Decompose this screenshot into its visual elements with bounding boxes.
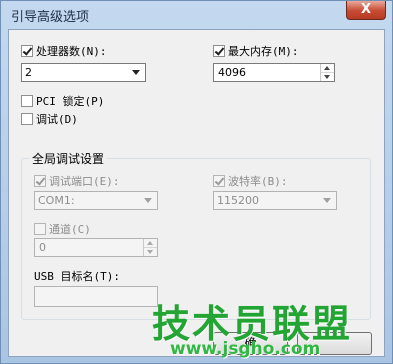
channel-spinner: 0 [34, 238, 158, 257]
checkbox-unchecked-icon[interactable] [21, 113, 33, 125]
debug-checkbox[interactable]: 调试(D) [21, 111, 78, 127]
checkbox-unchecked-icon[interactable] [21, 95, 33, 107]
chevron-down-icon [144, 198, 152, 203]
checkbox-checked-icon [34, 175, 46, 187]
spinner-buttons [143, 239, 157, 256]
checkbox-unchecked-icon [34, 223, 46, 235]
processor-count-dropdown[interactable]: 2 [21, 63, 146, 82]
cancel-button[interactable] [297, 332, 372, 355]
close-button[interactable]: X [346, 1, 386, 20]
debug-port-dropdown: COM1: [34, 191, 158, 210]
spin-down-icon [144, 248, 157, 256]
global-debug-title: 全局调试设置 [29, 150, 108, 167]
processor-count-label: 处理器数(N): [36, 45, 107, 58]
pci-lock-checkbox[interactable]: PCI 锁定(P) [21, 93, 104, 109]
boot-advanced-options-dialog: 引导高级选项 X 处理器数(N): 2 最大内存(M): 4096 PCI 锁定… [0, 0, 393, 364]
checkbox-checked-icon [213, 175, 225, 187]
close-icon: X [360, 2, 372, 17]
checkbox-checked-icon[interactable] [21, 45, 33, 57]
spin-down-icon[interactable] [321, 73, 334, 81]
ok-button-label: 确 [244, 336, 257, 350]
max-memory-checkbox[interactable]: 最大内存(M): [213, 43, 299, 59]
chevron-down-icon [323, 198, 331, 203]
max-memory-value[interactable]: 4096 [218, 66, 246, 79]
debug-port-value: COM1: [38, 194, 75, 207]
spin-up-icon [144, 239, 157, 248]
debug-port-label: 调试端口(E): [49, 175, 120, 188]
debug-port-checkbox: 调试端口(E): [34, 173, 120, 189]
ok-button[interactable]: 确 [213, 332, 288, 355]
processor-count-checkbox[interactable]: 处理器数(N): [21, 43, 107, 59]
max-memory-spinner[interactable]: 4096 [213, 63, 335, 82]
spin-up-icon[interactable] [321, 64, 334, 73]
channel-value: 0 [39, 241, 46, 254]
channel-label: 通道(C) [49, 223, 91, 236]
baud-rate-checkbox: 波特率(B): [213, 173, 288, 189]
chevron-down-icon[interactable] [132, 70, 140, 75]
baud-rate-value: 115200 [217, 194, 259, 207]
title-bar[interactable]: 引导高级选项 X [1, 1, 392, 29]
checkbox-checked-icon[interactable] [213, 45, 225, 57]
baud-rate-label: 波特率(B): [228, 175, 288, 188]
baud-rate-dropdown: 115200 [213, 191, 337, 210]
channel-checkbox: 通道(C) [34, 221, 91, 237]
usb-target-label: USB 目标名(T): [34, 270, 120, 283]
window-title: 引导高级选项 [11, 10, 90, 25]
pci-lock-label: PCI 锁定(P) [36, 95, 105, 108]
usb-target-input [34, 286, 158, 307]
processor-count-value: 2 [25, 66, 32, 79]
max-memory-label: 最大内存(M): [228, 45, 299, 58]
spinner-buttons [320, 64, 334, 81]
debug-label: 调试(D) [36, 113, 78, 126]
